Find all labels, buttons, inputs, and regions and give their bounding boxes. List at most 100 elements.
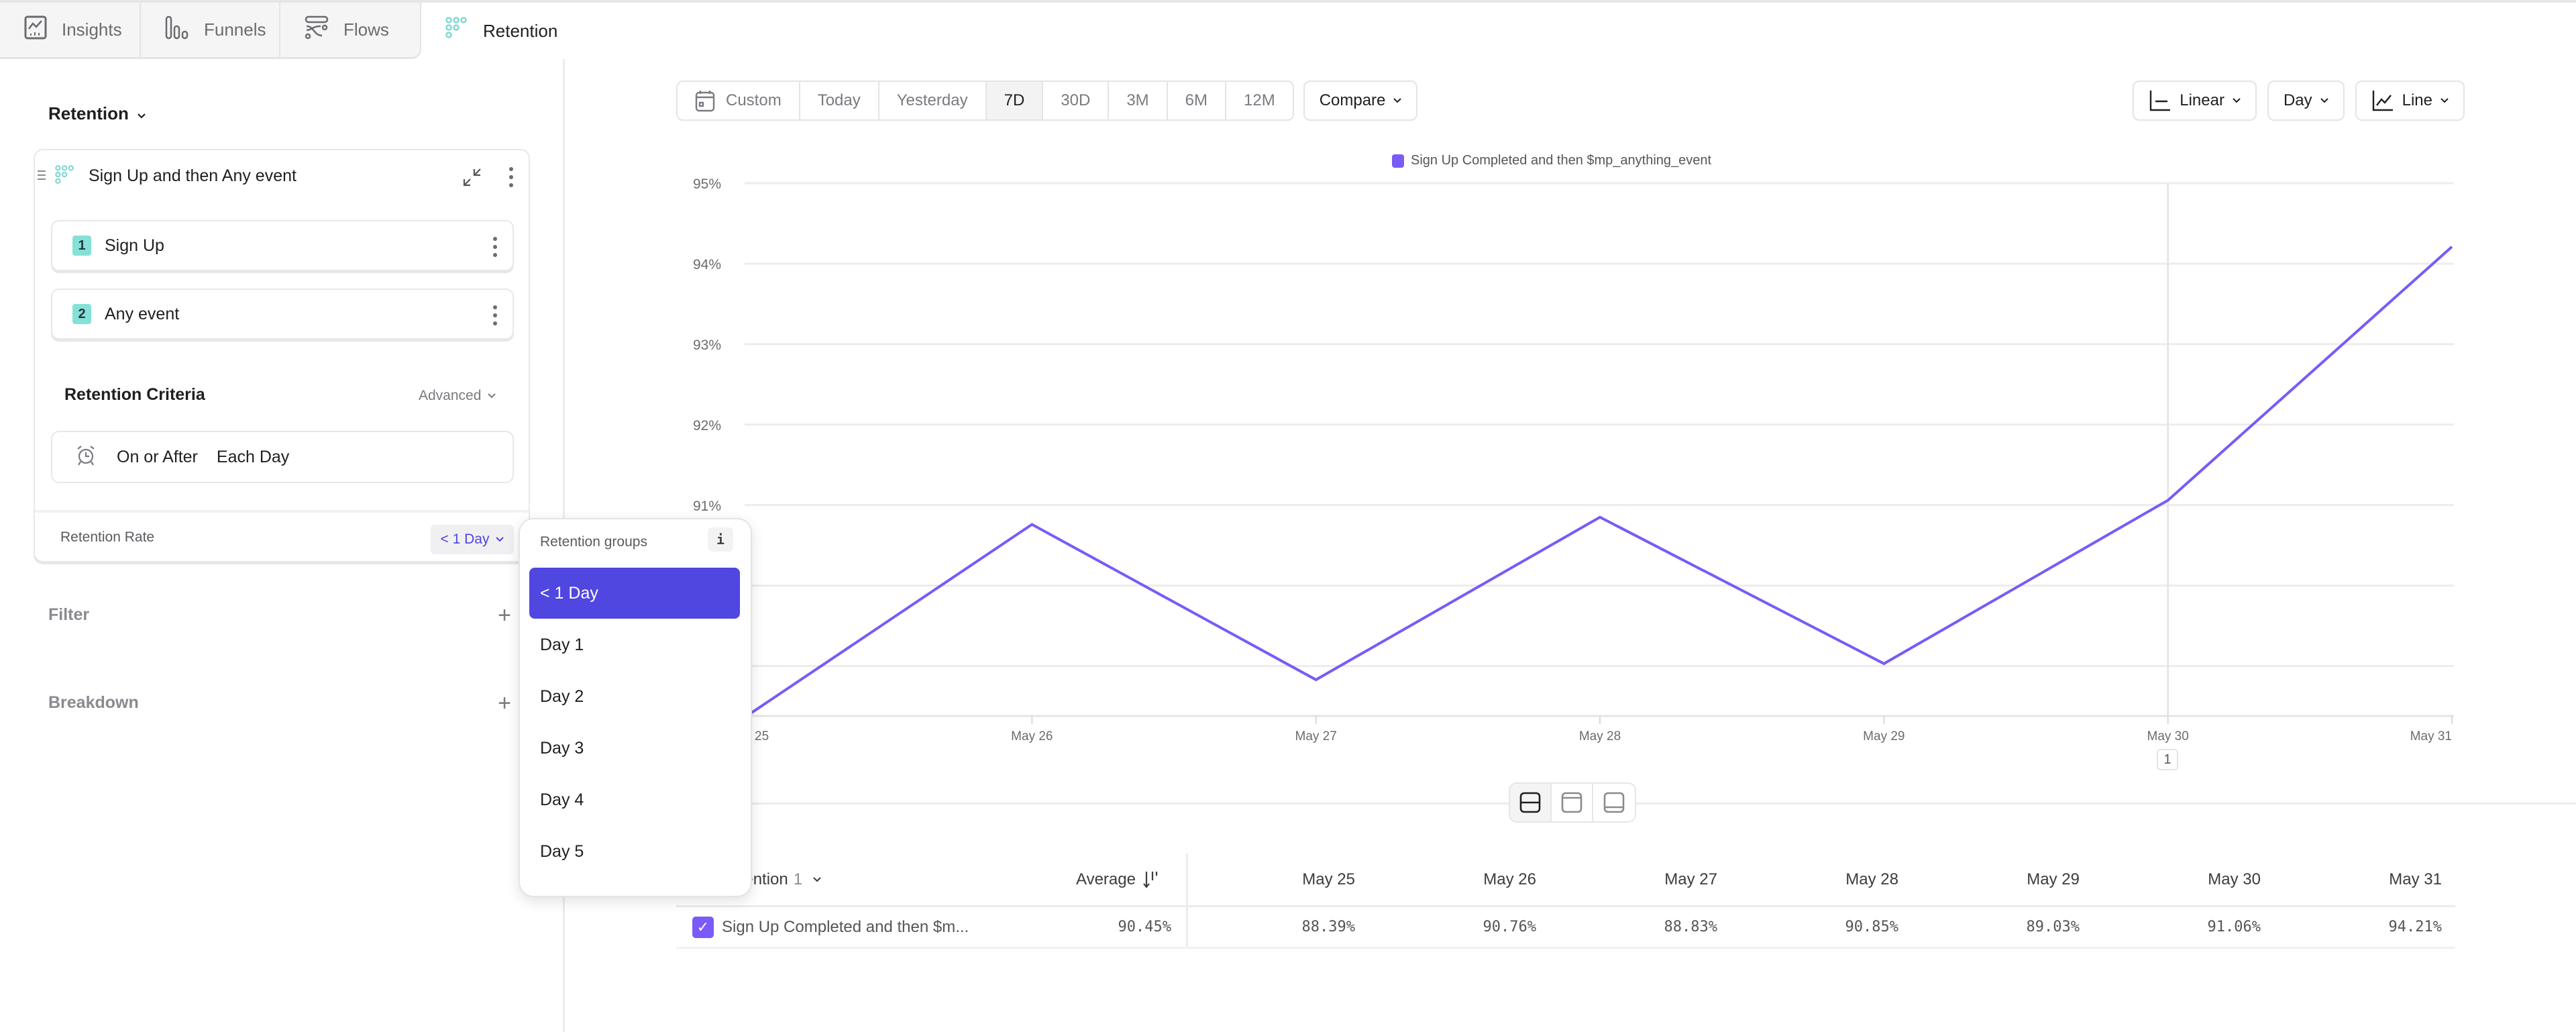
x-tick-label: May 30 <box>2147 729 2189 743</box>
date-range-yesterday[interactable]: Yesterday <box>879 82 987 119</box>
chevron-down-icon <box>137 103 146 124</box>
filter-section[interactable]: Filter + <box>48 604 511 627</box>
retention-value-cell: 91.06% <box>2207 919 2261 935</box>
series-line <box>747 246 2453 717</box>
step-more-icon[interactable] <box>488 234 502 260</box>
criteria-period[interactable]: Each Day <box>217 448 289 467</box>
x-tick-label: May 26 <box>1011 729 1053 743</box>
step-more-icon[interactable] <box>488 302 502 329</box>
criteria-mode[interactable]: On or After <box>117 448 198 467</box>
interval-button[interactable]: Day <box>2267 81 2345 121</box>
date-range-7d[interactable]: 7D <box>986 82 1044 119</box>
line-chart-icon <box>2372 91 2393 111</box>
breakdown-section[interactable]: Breakdown + <box>48 692 511 715</box>
compare-label: Compare <box>1319 91 1386 109</box>
retention-criteria-selector[interactable]: On or After Each Day <box>51 431 514 483</box>
date-column-header[interactable]: May 25 <box>1221 854 1355 905</box>
dropdown-option[interactable]: Day 4 <box>529 774 740 825</box>
date-column-header[interactable]: May 28 <box>1764 854 1898 905</box>
funnels-bars-icon <box>165 15 189 44</box>
y-tick-label: 95% <box>693 176 721 192</box>
view-chart-and-table[interactable] <box>1510 784 1552 821</box>
retention-rate-dropdown[interactable]: < 1 Day <box>431 525 514 554</box>
tab-flows[interactable]: Flows <box>280 3 421 59</box>
tab-insights[interactable]: Insights <box>0 3 141 59</box>
date-range-selector: Custom Today Yesterday 7D 30D 3M 6M 12M <box>676 81 1294 121</box>
query-more-icon[interactable] <box>504 164 518 191</box>
date-range-6m[interactable]: 6M <box>1168 82 1226 119</box>
dropdown-option[interactable]: Day 2 <box>529 671 740 722</box>
row-name-cell: ✓ Sign Up Completed and then $m... <box>692 907 969 947</box>
retention-table: Retention 1 Average May 25 May 26 May 27 Ma… <box>676 854 2455 949</box>
add-filter-icon[interactable]: + <box>498 604 511 627</box>
drag-handle-icon[interactable] <box>38 170 46 183</box>
breakdown-label: Breakdown <box>48 693 139 712</box>
annotation-marker[interactable]: 1 <box>2157 749 2178 770</box>
y-tick-label: 91% <box>693 499 721 514</box>
sort-descending-icon[interactable] <box>1142 870 1160 890</box>
retention-value-cell: 88.39% <box>1301 919 1355 935</box>
view-chart-only[interactable] <box>1552 784 1593 821</box>
chart-legend[interactable]: Sign Up Completed and then $mp_anything_… <box>1392 153 1711 168</box>
table-row[interactable]: ✓ Sign Up Completed and then $m... 90.45… <box>676 907 2455 949</box>
tab-label: Funnels <box>204 19 266 40</box>
compare-button[interactable]: Compare <box>1303 81 1418 121</box>
step-row[interactable]: 1 Sign Up <box>51 220 514 271</box>
retention-value-cell: 88.83% <box>1664 919 1717 935</box>
add-breakdown-icon[interactable]: + <box>498 692 511 715</box>
date-range-custom[interactable]: Custom <box>678 82 800 119</box>
legend-label: Sign Up Completed and then $mp_anything_… <box>1411 153 1712 168</box>
x-tick-label: May 28 <box>1579 729 1621 743</box>
date-range-today[interactable]: Today <box>800 82 879 119</box>
row-checkbox[interactable]: ✓ <box>692 916 714 938</box>
date-range-label: Custom <box>726 91 782 109</box>
date-column-header[interactable]: May 29 <box>1945 854 2080 905</box>
dropdown-option[interactable]: < 1 Day <box>529 568 740 619</box>
legend-swatch <box>1392 154 1404 168</box>
chevron-down-icon <box>488 393 496 399</box>
date-column-header[interactable]: May 31 <box>2308 854 2442 905</box>
chevron-down-icon <box>496 537 504 542</box>
retention-dots-icon <box>445 16 468 46</box>
view-table-only[interactable] <box>1593 784 1635 821</box>
linear-scale-icon <box>2150 91 2171 111</box>
bottom-panel-icon <box>1603 792 1625 813</box>
collapse-icon[interactable] <box>459 164 486 191</box>
chevron-down-icon <box>2233 98 2241 103</box>
date-column-header[interactable]: May 27 <box>1583 854 1717 905</box>
date-range-30d[interactable]: 30D <box>1043 82 1110 119</box>
date-range-12m[interactable]: 12M <box>1226 82 1293 119</box>
y-tick-label: 92% <box>693 418 721 433</box>
advanced-toggle[interactable]: Advanced <box>419 388 496 404</box>
retention-value-cell: 94.21% <box>2388 919 2442 935</box>
tab-label: Flows <box>343 19 389 40</box>
retention-dots-icon <box>55 165 75 189</box>
report-type-label: Retention <box>48 103 129 123</box>
retention-value-cell: 90.76% <box>1483 919 1536 935</box>
split-view-icon <box>1519 792 1541 813</box>
y-tick-label: 93% <box>693 338 721 353</box>
dropdown-option[interactable]: Day 5 <box>529 826 740 877</box>
chart-type-button[interactable]: Line <box>2355 81 2465 121</box>
step-row[interactable]: 2 Any event <box>51 289 514 340</box>
retention-query-card: Sign Up and then Any event 1 Sign Up 2 A… <box>34 149 530 562</box>
report-type-select[interactable]: Retention <box>48 103 146 124</box>
date-range-toolbar: Custom Today Yesterday 7D 30D 3M 6M 12M … <box>676 81 1418 121</box>
interval-label: Day <box>2283 91 2312 109</box>
tab-retention[interactable]: Retention <box>421 3 565 59</box>
average-column-header[interactable]: Average <box>1076 854 1160 905</box>
info-icon[interactable]: i <box>708 527 733 552</box>
date-range-3m[interactable]: 3M <box>1109 82 1168 119</box>
scale-label: Linear <box>2180 91 2224 109</box>
date-column-header[interactable]: May 26 <box>1402 854 1536 905</box>
retention-criteria-heading: Retention Criteria <box>64 385 205 404</box>
tab-funnels[interactable]: Funnels <box>141 3 280 59</box>
dropdown-option[interactable]: Day 1 <box>529 619 740 670</box>
dropdown-option[interactable]: Day 3 <box>529 723 740 774</box>
date-column-header[interactable]: May 30 <box>2127 854 2261 905</box>
query-title[interactable]: Sign Up and then Any event <box>89 166 297 186</box>
chart-options-toolbar: Linear Day Line <box>2133 81 2465 121</box>
scale-button[interactable]: Linear <box>2133 81 2257 121</box>
retention-rate-row: Retention Rate < 1 Day <box>35 510 529 562</box>
retention-value-cell: 89.03% <box>2026 919 2080 935</box>
